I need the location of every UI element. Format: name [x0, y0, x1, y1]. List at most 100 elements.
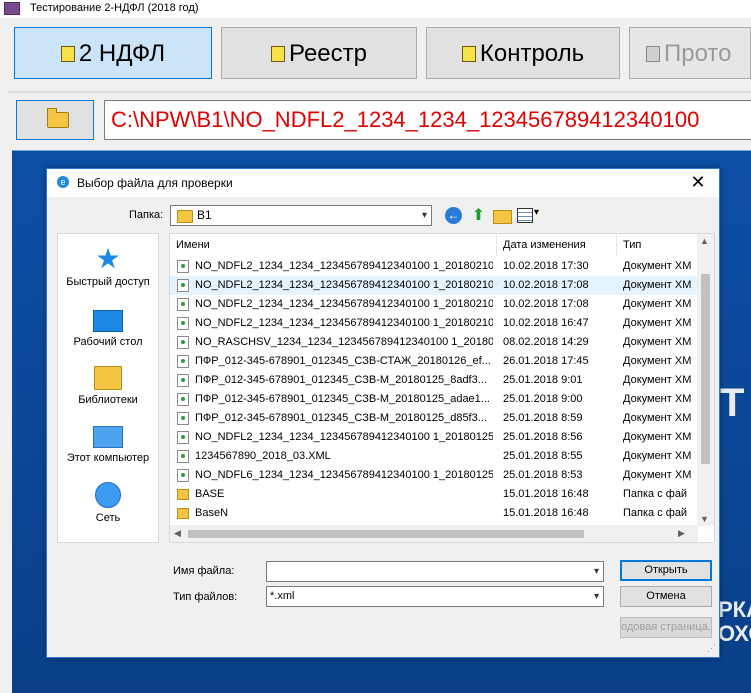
place-network[interactable]: Сеть	[58, 482, 158, 524]
tab-control[interactable]: Контроль	[426, 27, 620, 79]
app-icon	[4, 2, 20, 15]
back-icon[interactable]: ←	[445, 207, 462, 224]
column-header-name[interactable]: Имени	[170, 234, 497, 256]
filetype-select[interactable]: *.xml ▾	[266, 586, 604, 607]
file-date: 25.01.2018 8:59	[503, 412, 583, 424]
file-row[interactable]: NO_NDFL2_1234_1234_123456789412340100 1_…	[170, 295, 698, 314]
file-date: 10.02.2018 16:47	[503, 317, 589, 329]
xml-file-icon	[177, 431, 189, 444]
file-row[interactable]: NO_NDFL2_1234_1234_123456789412340100 1_…	[170, 428, 698, 447]
file-row[interactable]: NO_NDFL2_1234_1234_123456789412340100 1_…	[170, 257, 698, 276]
document-icon	[271, 46, 285, 62]
place-libraries[interactable]: Библиотеки	[58, 366, 158, 406]
file-name: BASE	[195, 488, 225, 500]
file-row[interactable]: ПФР_012-345-678901_012345_СЗВ-М_20180125…	[170, 390, 698, 409]
file-name: ПФР_012-345-678901_012345_СЗВ-СТАЖ_20180…	[195, 355, 491, 367]
place-this-pc[interactable]: Этот компьютер	[58, 426, 158, 464]
file-type: Документ XM	[623, 469, 692, 481]
filetype-value: *.xml	[270, 590, 295, 602]
view-menu-icon[interactable]	[517, 208, 533, 223]
file-date: 08.02.2018 14:29	[503, 336, 589, 348]
file-name: ПФР_012-345-678901_012345_СЗВ-М_20180125…	[195, 374, 487, 386]
new-folder-icon[interactable]	[493, 210, 512, 224]
tab-2ndfl[interactable]: 2 НДФЛ	[14, 27, 212, 79]
tab-label: Реестр	[289, 40, 367, 67]
resize-grip-icon[interactable]: ⋰	[707, 643, 716, 654]
place-quick-access[interactable]: ★ Быстрый доступ	[58, 245, 158, 289]
filename-field[interactable]: ▾	[266, 561, 604, 582]
file-row[interactable]: NO_NDFL6_1234_1234_123456789412340100 1_…	[170, 466, 698, 485]
background-text-3: ОХО	[718, 621, 751, 646]
file-row[interactable]: BASE 15.01.2018 16:48 Папка с фай	[170, 485, 698, 504]
xml-file-icon	[177, 469, 189, 482]
folder-icon	[177, 489, 189, 500]
chevron-down-icon: ▾	[421, 210, 427, 221]
file-row[interactable]: ПФР_012-345-678901_012345_СЗВ-М_20180125…	[170, 409, 698, 428]
folder-combobox[interactable]: B1 ▾	[170, 205, 432, 226]
help-button[interactable]: одовая страница.	[620, 617, 712, 638]
file-date: 25.01.2018 8:55	[503, 450, 583, 462]
file-row[interactable]: ПФР_012-345-678901_012345_СЗВ-М_20180125…	[170, 371, 698, 390]
scroll-up-icon[interactable]: ▲	[700, 236, 709, 246]
file-type: Документ XM	[623, 317, 692, 329]
dialog-title: Выбор файла для проверки	[77, 176, 233, 190]
file-name: ПФР_012-345-678901_012345_СЗВ-М_20180125…	[195, 393, 490, 405]
close-icon[interactable]: ✕	[683, 169, 713, 197]
tab-label: 2 НДФЛ	[78, 40, 166, 67]
file-type: Папка с фай	[623, 488, 688, 500]
file-row[interactable]: NO_NDFL2_1234_1234_123456789412340100 1_…	[170, 314, 698, 333]
file-date: 15.01.2018 16:48	[503, 488, 589, 500]
chevron-down-icon[interactable]: ▾	[534, 207, 539, 218]
tab-protocol[interactable]: Прото	[629, 27, 751, 79]
file-row[interactable]: NO_NDFL2_1234_1234_123456789412340100 1_…	[170, 276, 698, 295]
tab-registry[interactable]: Реестр	[221, 27, 417, 79]
file-type: Папка с фай	[623, 507, 688, 519]
file-date: 25.01.2018 8:53	[503, 469, 583, 481]
xml-file-icon	[177, 317, 189, 330]
xml-file-icon	[177, 260, 189, 273]
file-date: 25.01.2018 9:00	[503, 393, 583, 405]
xml-file-icon	[177, 450, 189, 463]
file-name: NO_NDFL2_1234_1234_123456789412340100 1_…	[195, 298, 493, 310]
places-bar: ★ Быстрый доступ Рабочий стол Библиотеки…	[57, 233, 159, 543]
document-icon	[60, 46, 75, 62]
open-button[interactable]: Открыть	[620, 560, 712, 581]
file-name: NO_NDFL2_1234_1234_123456789412340100 1_…	[195, 317, 493, 329]
file-name: NO_NDFL2_1234_1234_123456789412340100 1_…	[195, 431, 493, 443]
file-name: ПФР_012-345-678901_012345_СЗВ-М_20180125…	[195, 412, 487, 424]
file-type: Документ XM	[623, 412, 692, 424]
file-row[interactable]: 1234567890_2018_03.XML 25.01.2018 8:55 Док…	[170, 447, 698, 466]
chevron-down-icon[interactable]: ▾	[594, 562, 599, 581]
scroll-thumb[interactable]	[188, 530, 584, 538]
vertical-scrollbar[interactable]: ▲ ▼	[697, 234, 714, 526]
document-icon	[461, 46, 476, 62]
column-header-type[interactable]: Тип	[617, 234, 698, 256]
file-name: BaseN	[195, 507, 229, 519]
xml-file-icon	[177, 298, 189, 311]
dialog-app-icon: e	[57, 176, 69, 188]
file-type: Документ XM	[623, 298, 692, 310]
scroll-left-icon[interactable]: ◀	[174, 528, 181, 539]
place-label: Сеть	[95, 512, 121, 524]
file-row[interactable]: NO_RASCHSV_1234_1234_123456789412340100 …	[170, 333, 698, 352]
cancel-button[interactable]: Отмена	[620, 586, 712, 607]
dialog-title-bar: e Выбор файла для проверки ✕	[47, 169, 719, 197]
place-desktop[interactable]: Рабочий стол	[58, 310, 158, 348]
open-folder-button[interactable]	[16, 100, 94, 140]
file-type: Документ XM	[623, 431, 692, 443]
scroll-down-icon[interactable]: ▼	[700, 514, 709, 524]
file-row[interactable]: BaseN 15.01.2018 16:48 Папка с фай	[170, 504, 698, 523]
column-header-date[interactable]: Дата изменения	[497, 234, 617, 256]
file-date: 10.02.2018 17:30	[503, 260, 589, 272]
file-type: Документ XM	[623, 279, 692, 291]
scroll-right-icon[interactable]: ▶	[678, 528, 685, 539]
up-folder-icon[interactable]: ⬆	[470, 207, 487, 224]
file-date: 25.01.2018 8:56	[503, 431, 583, 443]
folder-icon	[177, 210, 193, 223]
place-label: Быстрый доступ	[66, 276, 150, 288]
file-path-field[interactable]: C:\NPW\B1\NO_NDFL2_1234_1234_12345678941…	[104, 100, 751, 140]
horizontal-scrollbar[interactable]: ◀ ▶	[170, 525, 698, 542]
scroll-thumb[interactable]	[701, 274, 710, 464]
file-row[interactable]: ПФР_012-345-678901_012345_СЗВ-СТАЖ_20180…	[170, 352, 698, 371]
file-name: NO_RASCHSV_1234_1234_123456789412340100 …	[195, 336, 493, 348]
